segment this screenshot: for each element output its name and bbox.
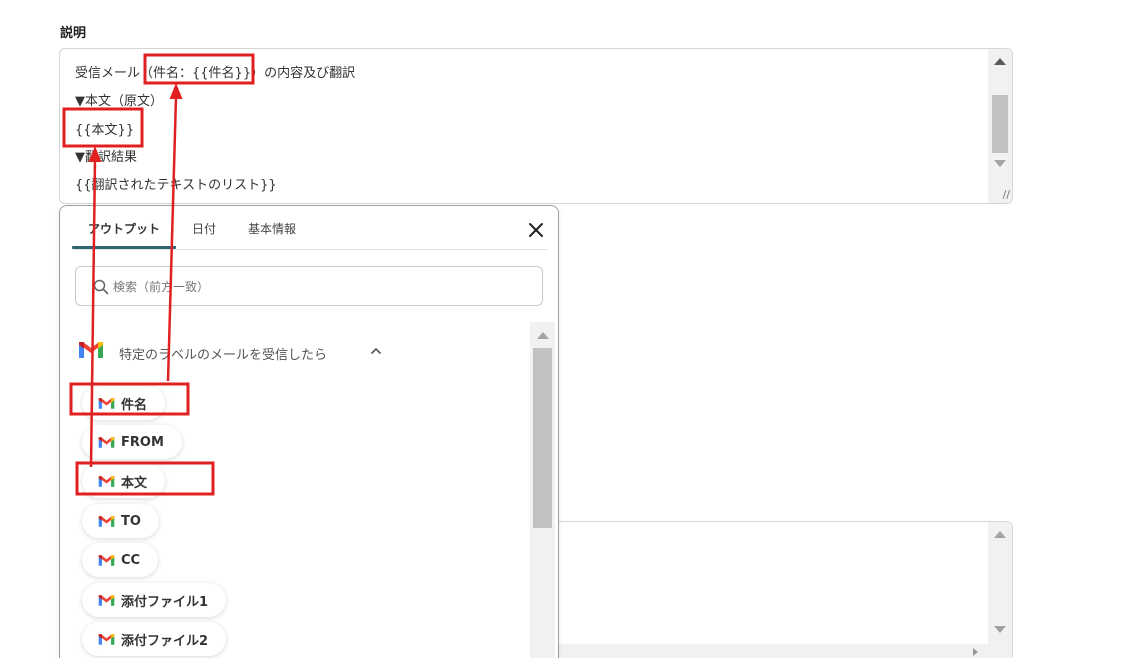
output-item-label: CC [121,552,141,568]
tab-date[interactable]: 日付 [192,220,216,237]
scroll-down-arrow-icon[interactable] [994,626,1006,633]
trigger-group-title: 特定のラベルのメールを受信したら [119,348,328,363]
output-item-chip[interactable]: TO [82,504,159,538]
gmail-icon [98,436,115,448]
gmail-icon [98,633,115,645]
description-scrollbar[interactable] [988,49,1012,203]
description-line-5: {{翻訳されたテキストのリスト}} [75,178,277,193]
chevron-up-icon[interactable] [370,346,382,356]
output-item-label: 添付ファイル1 [121,594,209,610]
scroll-up-arrow-icon[interactable] [537,332,549,339]
output-item-chip[interactable]: 添付ファイル2 [82,622,227,656]
tab-basic-info[interactable]: 基本情報 [248,220,296,237]
tab-output[interactable]: アウトプット [88,220,160,237]
list-scrollbar[interactable] [530,322,555,658]
search-icon [93,279,109,295]
search-input[interactable] [113,277,513,297]
second-textarea-hscrollbar[interactable] [541,644,1012,658]
gmail-icon [79,342,103,358]
output-item-label: 添付ファイル2 [121,633,209,649]
description-textarea[interactable]: 受信メール（件名：{{件名}}）の内容及び翻訳 ▼本文（原文） {{本文}} ▼… [59,48,1013,204]
description-label: 説明 [60,26,87,41]
second-textarea[interactable] [540,521,1013,658]
close-icon [529,223,543,237]
output-item-label: 件名 [121,397,148,413]
description-line-1: 受信メール（件名：{{件名}}）の内容及び翻訳 [75,66,356,81]
scroll-up-arrow-icon[interactable] [994,58,1006,65]
output-item-chip[interactable]: 添付ファイル1 [82,583,227,617]
scroll-up-arrow-icon[interactable] [994,531,1006,538]
variable-picker-panel: アウトプット 日付 基本情報 特定のラベルのメールを受信したら 件名 FROM 本文… [59,205,559,658]
gmail-icon [98,594,115,606]
output-item-label: TO [121,513,141,529]
output-item-chip[interactable]: 件名 [82,386,166,420]
output-item-label: FROM [121,434,164,450]
description-line-2: ▼本文（原文） [75,94,163,109]
gmail-icon [98,475,115,487]
gmail-icon [98,397,115,409]
scrollbar-thumb[interactable] [533,348,552,528]
description-line-3: {{本文}} [75,123,135,138]
close-button[interactable] [525,219,547,241]
scroll-down-arrow-icon[interactable] [994,160,1006,167]
gmail-icon [98,554,115,566]
output-item-label: 本文 [121,475,148,491]
output-item-chip[interactable]: 本文 [82,464,166,498]
tab-divider [72,249,548,250]
search-box[interactable] [75,266,543,306]
scrollbar-thumb[interactable] [992,95,1008,153]
description-line-4: ▼翻訳結果 [75,150,137,165]
scroll-right-arrow-icon[interactable] [973,648,978,656]
resize-handle-icon[interactable]: ∕∕ [1003,188,1010,201]
output-item-chip[interactable]: CC [82,543,159,577]
second-textarea-scrollbar[interactable] [988,522,1012,658]
output-item-chip[interactable]: FROM [82,425,182,459]
gmail-icon [98,515,115,527]
